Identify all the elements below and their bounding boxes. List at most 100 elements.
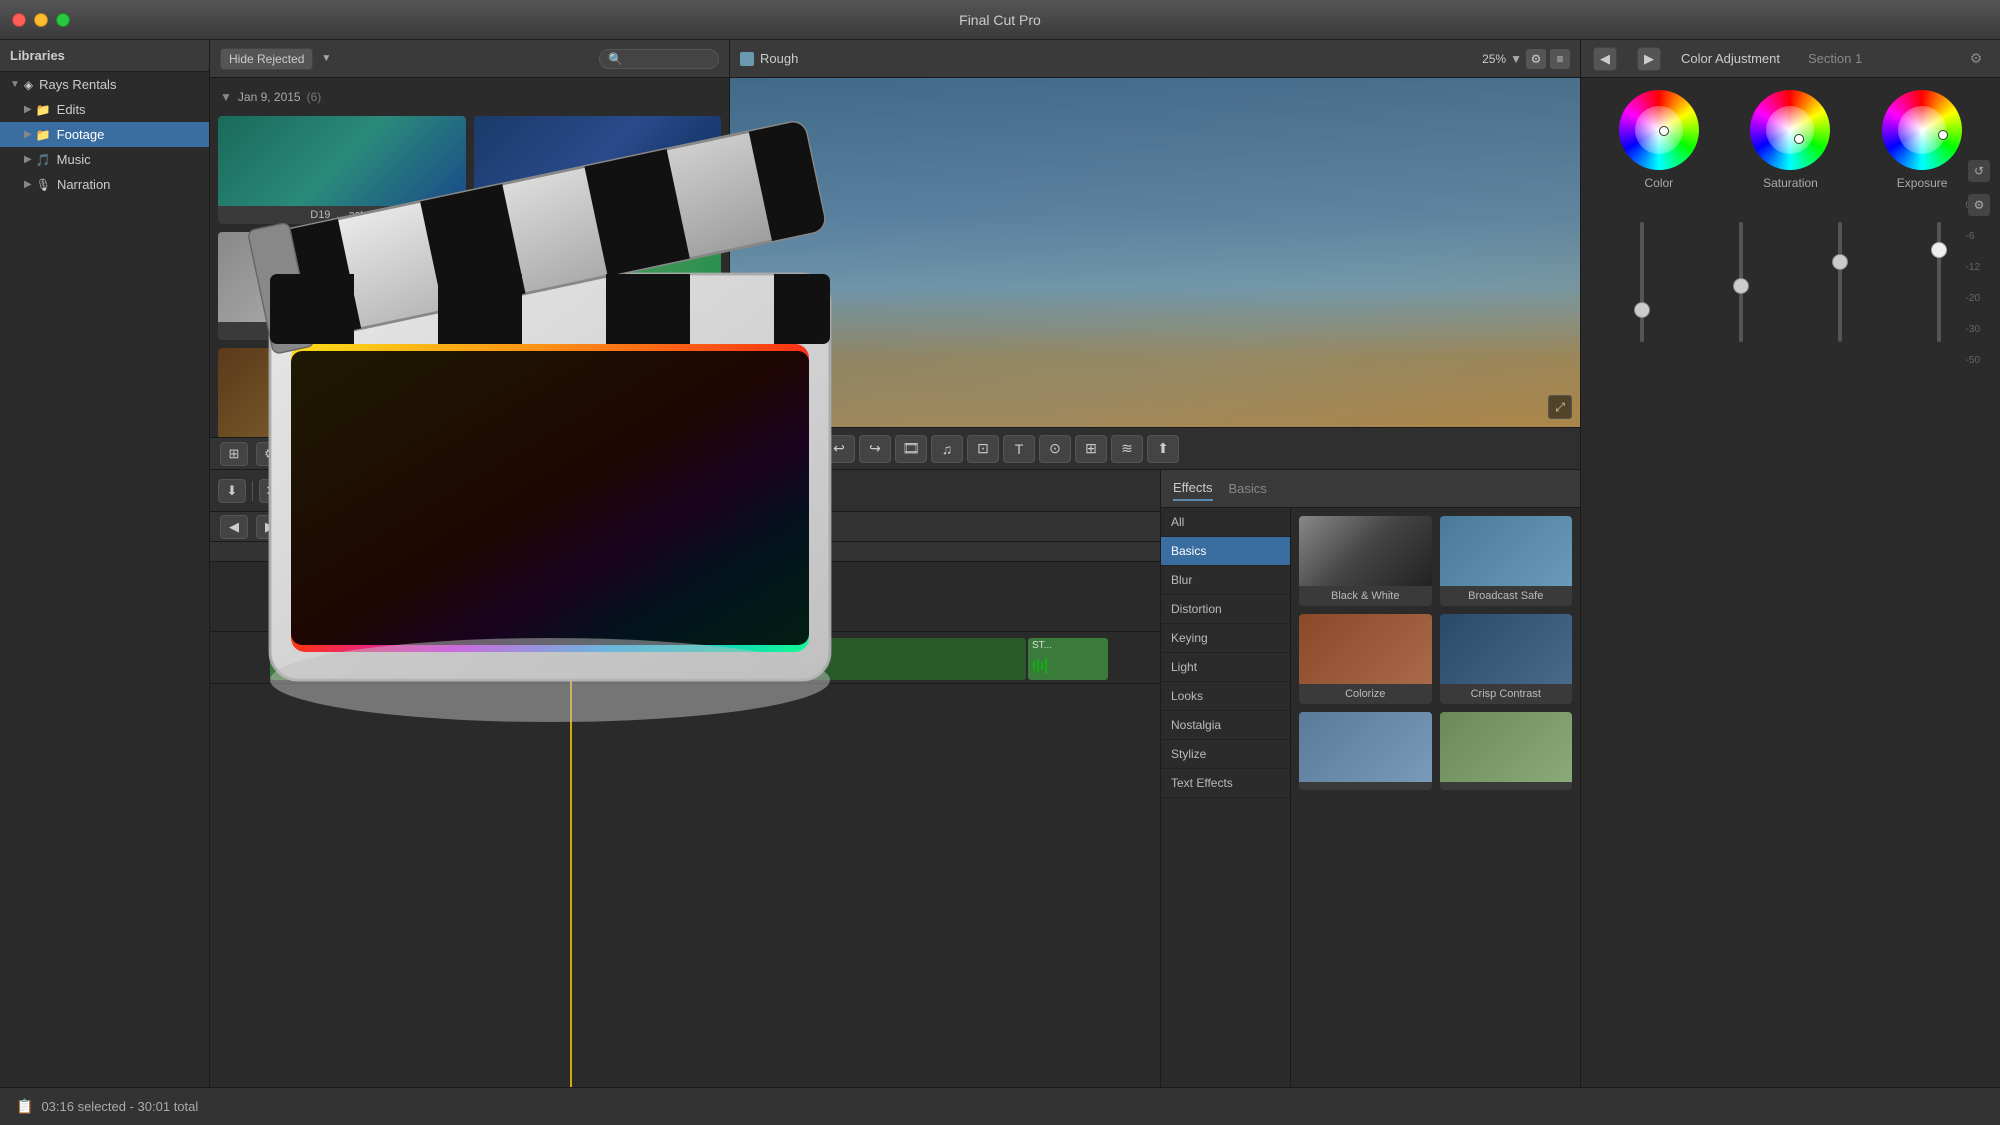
exposure-wheel[interactable] xyxy=(1882,90,1962,170)
color-panel-prev-button[interactable]: ◀ xyxy=(1593,47,1617,71)
category-keying[interactable]: Keying xyxy=(1161,624,1290,653)
browser-clip-4[interactable]: D19_....aste xyxy=(474,232,722,340)
reject-button[interactable]: ✕ xyxy=(259,479,283,503)
color-wheel[interactable] xyxy=(1619,90,1699,170)
minimize-button[interactable] xyxy=(34,13,48,27)
sidebar-item-rays-rentals[interactable]: ▼ ◈ Rays Rentals xyxy=(0,72,209,97)
undo-button[interactable]: ↩ xyxy=(823,435,855,463)
separator xyxy=(341,481,342,501)
color-wheel-exposure: Exposure xyxy=(1882,90,1962,190)
slider-2-thumb[interactable] xyxy=(1733,278,1749,294)
effect-colorize[interactable]: Colorize xyxy=(1299,614,1432,704)
category-blur[interactable]: Blur xyxy=(1161,566,1290,595)
viewer-options-button[interactable]: ≡ xyxy=(1550,49,1570,69)
filmstrip-button[interactable]: 🎞 xyxy=(895,435,927,463)
timeline-play-button[interactable]: ▶ xyxy=(256,515,284,539)
color-wheel-dot[interactable] xyxy=(1659,126,1669,136)
play-button[interactable]: ▶ xyxy=(774,435,806,463)
inspector-button[interactable]: 🔧 xyxy=(348,479,380,503)
category-all[interactable]: All xyxy=(1161,508,1290,537)
effects-tab-effects[interactable]: Effects xyxy=(1173,476,1213,501)
browser-clip-2[interactable]: D19_....aster xyxy=(474,116,722,224)
sidebar-item-music[interactable]: ▶ 🎵 Music xyxy=(0,147,209,172)
video-clip-1[interactable]: D19_2_033_master xyxy=(270,566,550,628)
cut-video-button[interactable]: ⊡ xyxy=(967,435,999,463)
grid-view-button[interactable]: ⊟ xyxy=(328,442,356,466)
sidebar-item-footage[interactable]: ▶ 📁 Footage xyxy=(0,122,209,147)
category-light[interactable]: Light xyxy=(1161,653,1290,682)
browser-grid: D19_....aster D19_....aster 17A0...aster xyxy=(218,116,721,437)
close-button[interactable] xyxy=(12,13,26,27)
audio-clip-2[interactable]: STE-... xyxy=(472,638,552,680)
exposure-wheel-dot[interactable] xyxy=(1938,130,1948,140)
select-tool-button[interactable]: ↖▼ xyxy=(393,479,429,503)
gear-button[interactable]: ⚙ xyxy=(256,442,284,466)
browser-content: ▼ Jan 9, 2015 (6) D19_....aster D19_....… xyxy=(210,78,729,437)
video-clip-3[interactable]: 17A0... xyxy=(734,566,814,628)
audio-clip-4[interactable]: ST... xyxy=(1028,638,1108,680)
sidebar-item-narration[interactable]: ▶ 🎙 Narration xyxy=(0,172,209,197)
timeline-back-button[interactable]: ◀ xyxy=(220,515,248,539)
color-adjustment-title: Color Adjustment xyxy=(1681,51,1780,66)
browser-clip-1[interactable]: D19_....aster xyxy=(218,116,466,224)
video-clip-2[interactable]: 17A032_006_master xyxy=(552,566,732,628)
saturation-wheel[interactable] xyxy=(1750,90,1830,170)
viewer-canvas: ⤢ xyxy=(730,78,1580,427)
text-button[interactable]: T xyxy=(1003,435,1035,463)
flag-button[interactable]: ⚑ xyxy=(311,479,335,503)
audio-clip-bg[interactable] xyxy=(646,638,1026,680)
slider-1-thumb[interactable] xyxy=(1634,302,1650,318)
fullscreen-button[interactable]: ⤢ xyxy=(1548,395,1572,419)
category-basics[interactable]: Basics xyxy=(1161,537,1290,566)
effect-crisp[interactable]: Crisp Contrast xyxy=(1440,614,1573,704)
favorite-button[interactable]: ★ xyxy=(285,479,309,503)
separator xyxy=(814,439,815,459)
right-panel: ◀ ▶ Color Adjustment Section 1 ⚙ Color xyxy=(1580,40,2000,1125)
db-neg30: -30 xyxy=(1966,324,1980,335)
effect-preset1[interactable] xyxy=(1299,712,1432,790)
browser-clip-3[interactable]: 17A0...aster xyxy=(218,232,466,340)
color-panel-gear-button[interactable]: ⚙ xyxy=(1964,47,1988,71)
effect-bw[interactable]: Black & White xyxy=(1299,516,1432,606)
maximize-button[interactable] xyxy=(56,13,70,27)
effect-preset2[interactable] xyxy=(1440,712,1573,790)
panel-settings-button[interactable]: ⚙ xyxy=(1968,194,1990,216)
effect-broadcast[interactable]: Broadcast Safe xyxy=(1440,516,1573,606)
reset-button[interactable]: ↺ xyxy=(1968,160,1990,182)
browser-clip-6[interactable]: 17A0...aster xyxy=(474,348,722,437)
slider-3-thumb[interactable] xyxy=(1832,254,1848,270)
back-button[interactable]: ◀ xyxy=(738,435,770,463)
browser-search-input[interactable] xyxy=(599,49,719,69)
import-button[interactable]: ⬇ xyxy=(218,479,246,503)
timeline-ruler: 00:00:00:00 00:00:05:00 xyxy=(210,542,1160,562)
audio-clips: STE-041 xyxy=(270,638,1160,680)
list-view-button[interactable]: ≡ xyxy=(292,442,320,466)
audio-clip-1[interactable]: STE-041 xyxy=(270,638,470,680)
titlebar: Final Cut Pro xyxy=(0,0,2000,40)
effects-toolbar: Effects Basics xyxy=(1161,470,1580,508)
clip-name-2: D19_....aster xyxy=(474,206,722,224)
color-button[interactable]: ⊙ xyxy=(1039,435,1071,463)
redo-button[interactable]: ↪ xyxy=(859,435,891,463)
effects-content: All Basics Blur Distortion Keying Light … xyxy=(1161,508,1580,1087)
hide-rejected-button[interactable]: Hide Rejected xyxy=(220,48,313,70)
audio-clip-3[interactable]: STE... xyxy=(554,638,634,680)
sidebar-item-edits[interactable]: ▶ 📁 Edits xyxy=(0,97,209,122)
time-start: 00:00:00:00 xyxy=(270,546,328,558)
category-stylize[interactable]: Stylize xyxy=(1161,740,1290,769)
category-looks[interactable]: Looks xyxy=(1161,682,1290,711)
browser-date: Jan 9, 2015 xyxy=(238,90,301,104)
view-toggle-button[interactable]: ⊞ xyxy=(220,442,248,466)
viewer-settings-button[interactable]: ⚙ xyxy=(1526,49,1546,69)
slider-4-thumb[interactable] xyxy=(1931,242,1947,258)
transform-button[interactable]: ⊞ xyxy=(1075,435,1107,463)
effects-tab-basics[interactable]: Basics xyxy=(1229,477,1267,500)
browser-clip-5[interactable]: 17A0...aster xyxy=(218,348,466,437)
color-panel-next-button[interactable]: ▶ xyxy=(1637,47,1661,71)
audio-meter-button[interactable]: ≋ xyxy=(1111,435,1143,463)
music-button[interactable]: ♫ xyxy=(931,435,963,463)
category-distortion[interactable]: Distortion xyxy=(1161,595,1290,624)
category-text-effects[interactable]: Text Effects xyxy=(1161,769,1290,798)
share-button[interactable]: ⬆ xyxy=(1147,435,1179,463)
category-nostalgia[interactable]: Nostalgia xyxy=(1161,711,1290,740)
